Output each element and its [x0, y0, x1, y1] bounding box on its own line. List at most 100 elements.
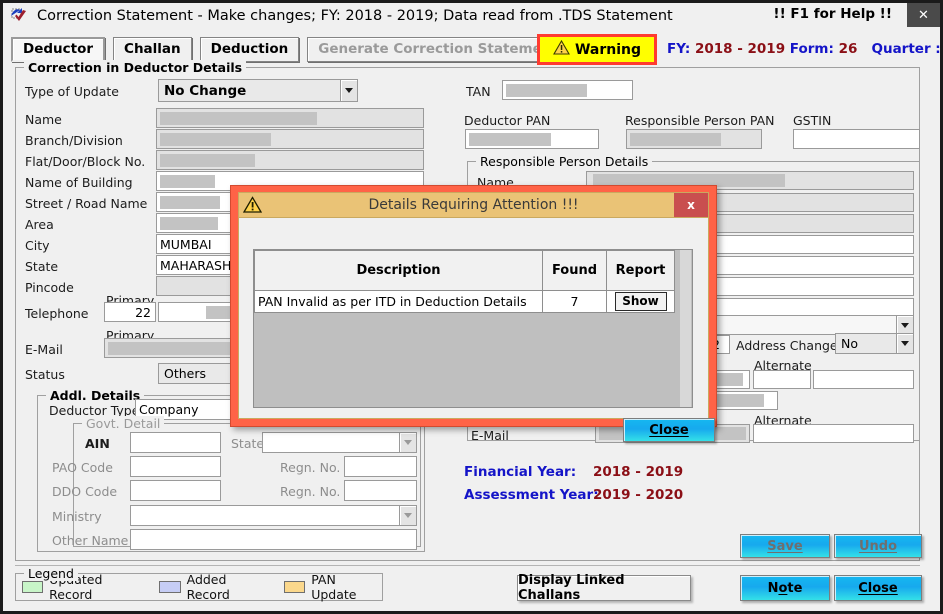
pao-regn-no-field[interactable] — [344, 456, 417, 477]
legend-group: Legend Updated Record Added Record PAN U… — [15, 573, 383, 601]
rp-email-label: E-Mail — [471, 428, 509, 443]
group-title-govt-detail: Govt. Detail — [82, 416, 164, 431]
assessment-year-row: Assessment Year: — [464, 487, 599, 503]
tan-field[interactable] — [502, 80, 633, 100]
flat-door-block-label: Flat/Door/Block No. — [25, 154, 145, 169]
status-bar-info: FY: 2018 - 2019 Form: 26 Quarter : 1 — [667, 41, 943, 57]
pao-code-label: PAO Code — [52, 460, 113, 475]
address-change-label: Address Change — [736, 338, 838, 353]
cell-description: PAN Invalid as per ITD in Deduction Deta… — [255, 291, 543, 313]
responsible-person-pan-field[interactable] — [626, 129, 762, 149]
redacted-value — [469, 133, 551, 146]
gstin-field[interactable] — [793, 129, 920, 149]
fy-label: FY: — [667, 41, 690, 57]
ddo-regn-no-field[interactable] — [344, 480, 417, 501]
status-value: Others — [164, 366, 206, 381]
name-field[interactable] — [156, 108, 424, 128]
chevron-down-icon[interactable] — [399, 506, 416, 525]
tab-deduction[interactable]: Deduction — [200, 37, 300, 62]
assessment-year-value: 2019 - 2020 — [593, 487, 683, 503]
divider — [15, 565, 920, 566]
group-title-deductor-details: Correction in Deductor Details — [24, 60, 246, 75]
grid-scrollbar[interactable] — [680, 250, 691, 407]
details-requiring-attention-dialog: Details Requiring Attention !!! x Descri… — [230, 185, 717, 427]
legend-title: Legend — [24, 566, 78, 581]
f1-help-text: !! F1 for Help !! — [773, 6, 892, 22]
chevron-down-icon[interactable] — [399, 433, 416, 452]
pao-code-field[interactable] — [130, 456, 221, 477]
status-label: Status — [25, 367, 65, 382]
close-button[interactable]: Close — [834, 575, 922, 601]
window-close-button[interactable]: ✕ — [907, 3, 940, 27]
attention-table: Description Found Report PAN Invalid as … — [254, 250, 675, 313]
note-button[interactable]: Note — [740, 575, 830, 601]
area-label: Area — [25, 217, 54, 232]
chevron-down-icon[interactable] — [896, 334, 913, 353]
flat-door-block-field[interactable] — [156, 150, 424, 170]
pao-regn-no-label: Regn. No. — [280, 460, 340, 475]
address-change-select[interactable]: No — [835, 333, 914, 354]
dialog-title: Details Requiring Attention !!! — [368, 197, 578, 213]
type-of-update-value: No Change — [164, 83, 246, 99]
rp-alternate-phone-field[interactable] — [753, 370, 811, 389]
email-label: E-Mail — [25, 342, 63, 357]
app-icon — [9, 7, 29, 25]
group-title-responsible-person: Responsible Person Details — [476, 154, 652, 169]
street-road-name-label: Street / Road Name — [25, 196, 147, 211]
legend-item-added-record: Added Record — [159, 572, 270, 602]
ddo-regn-no-label: Regn. No. — [280, 484, 340, 499]
legend-swatch-added — [159, 581, 180, 593]
ministry-select[interactable] — [130, 505, 417, 526]
window-title: Correction Statement - Make changes; FY:… — [37, 8, 673, 24]
quarter-value: Quarter : 1 — [871, 41, 943, 57]
save-button-label: Save — [767, 539, 802, 554]
form-label: Form: — [790, 41, 834, 57]
dialog-close-button[interactable]: Close — [623, 418, 715, 442]
tab-deductor[interactable]: Deductor — [11, 37, 105, 62]
column-header-description: Description — [255, 251, 543, 291]
table-row: PAN Invalid as per ITD in Deduction Deta… — [255, 291, 675, 313]
assessment-year-label: Assessment Year: — [464, 487, 599, 503]
deductor-pan-field[interactable] — [465, 129, 599, 149]
legend-item-pan-update: PAN Update — [284, 572, 382, 602]
type-of-update-select[interactable]: No Change — [158, 79, 358, 102]
fy-value: 2018 - 2019 — [695, 41, 785, 57]
dialog-inner: Details Requiring Attention !!! x Descri… — [238, 192, 709, 419]
redacted-value — [160, 217, 218, 230]
dialog-close-icon[interactable]: x — [674, 193, 708, 217]
rp-alternate-email-field[interactable] — [753, 424, 914, 443]
tab-generate-correction-statement[interactable]: Generate Correction Statement — [307, 37, 569, 62]
redacted-value — [506, 84, 587, 97]
show-report-button[interactable]: Show — [615, 292, 667, 311]
chevron-down-icon[interactable] — [340, 80, 357, 101]
save-button[interactable]: Save — [740, 534, 830, 558]
responsible-person-pan-label: Responsible Person PAN — [625, 113, 775, 128]
ain-field[interactable] — [130, 432, 221, 453]
table-header-row: Description Found Report — [255, 251, 675, 291]
note-button-label: Note — [768, 581, 803, 596]
telephone-std-code-field[interactable]: 22 — [104, 302, 156, 322]
telephone-label: Telephone — [25, 306, 88, 321]
address-change-value: No — [841, 336, 858, 351]
tab-challan[interactable]: Challan — [113, 37, 192, 62]
other-name-label: Other Name — [52, 533, 128, 548]
redacted-value — [160, 175, 215, 188]
govt-state-select[interactable] — [262, 432, 417, 453]
warning-button-label: Warning — [575, 42, 641, 58]
warning-triangle-icon — [243, 196, 262, 218]
legend-label-pan: PAN Update — [311, 572, 382, 602]
other-name-field[interactable] — [130, 529, 417, 550]
ddo-code-field[interactable] — [130, 480, 221, 501]
redacted-value — [160, 112, 317, 125]
ain-label: AIN — [85, 436, 110, 451]
display-linked-challans-button[interactable]: Display Linked Challans — [517, 575, 691, 601]
group-title-addl-details: Addl. Details — [46, 388, 144, 403]
rp-alternate-phone2-field[interactable] — [813, 370, 914, 389]
title-bar: Correction Statement - Make changes; FY:… — [3, 3, 940, 28]
chevron-down-icon[interactable] — [896, 316, 913, 334]
branch-division-field[interactable] — [156, 129, 424, 149]
ddo-code-label: DDO Code — [52, 484, 117, 499]
undo-button[interactable]: Undo — [834, 534, 922, 558]
warning-button[interactable]: Warning — [537, 34, 657, 65]
legend-label-added: Added Record — [187, 572, 270, 602]
